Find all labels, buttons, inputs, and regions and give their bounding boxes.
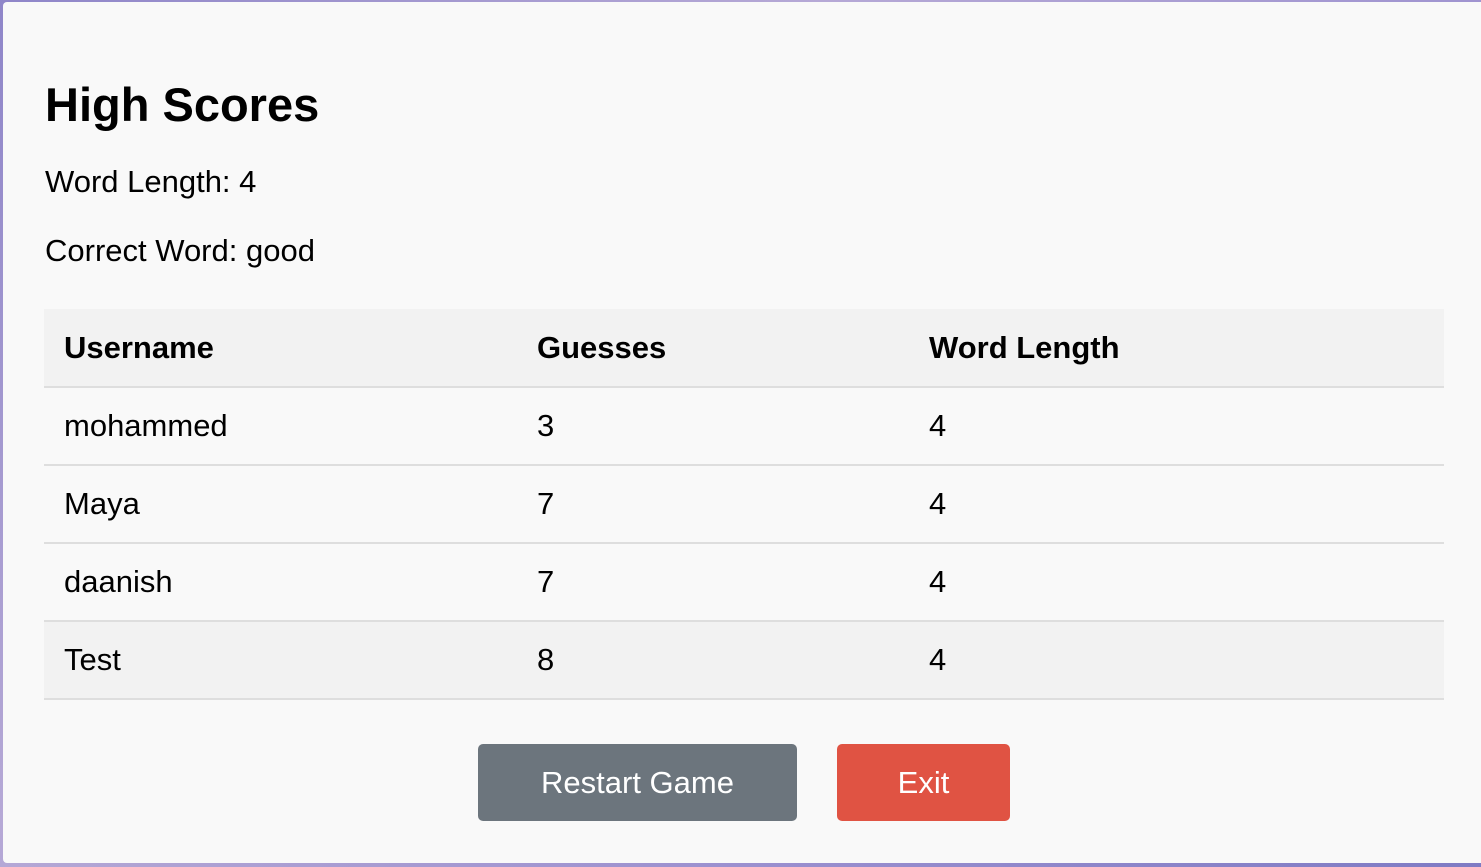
restart-game-button[interactable]: Restart Game bbox=[478, 744, 797, 821]
table-header-row: Username Guesses Word Length bbox=[44, 309, 1444, 388]
table-row: daanish 7 4 bbox=[44, 543, 1444, 622]
page-title: High Scores bbox=[45, 78, 320, 131]
correct-word-value: good bbox=[245, 233, 315, 268]
high-scores-table: Username Guesses Word Length mohammed 3 … bbox=[44, 309, 1444, 700]
word-length-info: Word Length: 4 bbox=[45, 162, 256, 202]
cell-username: Test bbox=[44, 621, 517, 700]
word-length-value: 4 bbox=[239, 164, 257, 199]
exit-button[interactable]: Exit bbox=[837, 744, 1010, 821]
table-row: Maya 7 4 bbox=[44, 465, 1444, 544]
cell-word-length: 4 bbox=[909, 465, 1444, 544]
cell-word-length: 4 bbox=[909, 387, 1444, 466]
table-row: mohammed 3 4 bbox=[44, 387, 1444, 466]
cell-word-length: 4 bbox=[909, 621, 1444, 700]
cell-username: Maya bbox=[44, 465, 517, 544]
table-row: Test 8 4 bbox=[44, 621, 1444, 700]
word-length-label: Word Length: bbox=[45, 164, 231, 199]
column-header-word-length: Word Length bbox=[909, 309, 1444, 388]
cell-username: mohammed bbox=[44, 387, 517, 466]
cell-guesses: 7 bbox=[517, 543, 909, 622]
cell-username: daanish bbox=[44, 543, 517, 622]
high-scores-panel: High Scores Word Length: 4 Correct Word:… bbox=[3, 2, 1481, 863]
column-header-username: Username bbox=[44, 309, 517, 388]
cell-guesses: 3 bbox=[517, 387, 909, 466]
cell-word-length: 4 bbox=[909, 543, 1444, 622]
correct-word-label: Correct Word: bbox=[45, 233, 238, 268]
cell-guesses: 8 bbox=[517, 621, 909, 700]
column-header-guesses: Guesses bbox=[517, 309, 909, 388]
correct-word-info: Correct Word: good bbox=[45, 231, 315, 271]
cell-guesses: 7 bbox=[517, 465, 909, 544]
